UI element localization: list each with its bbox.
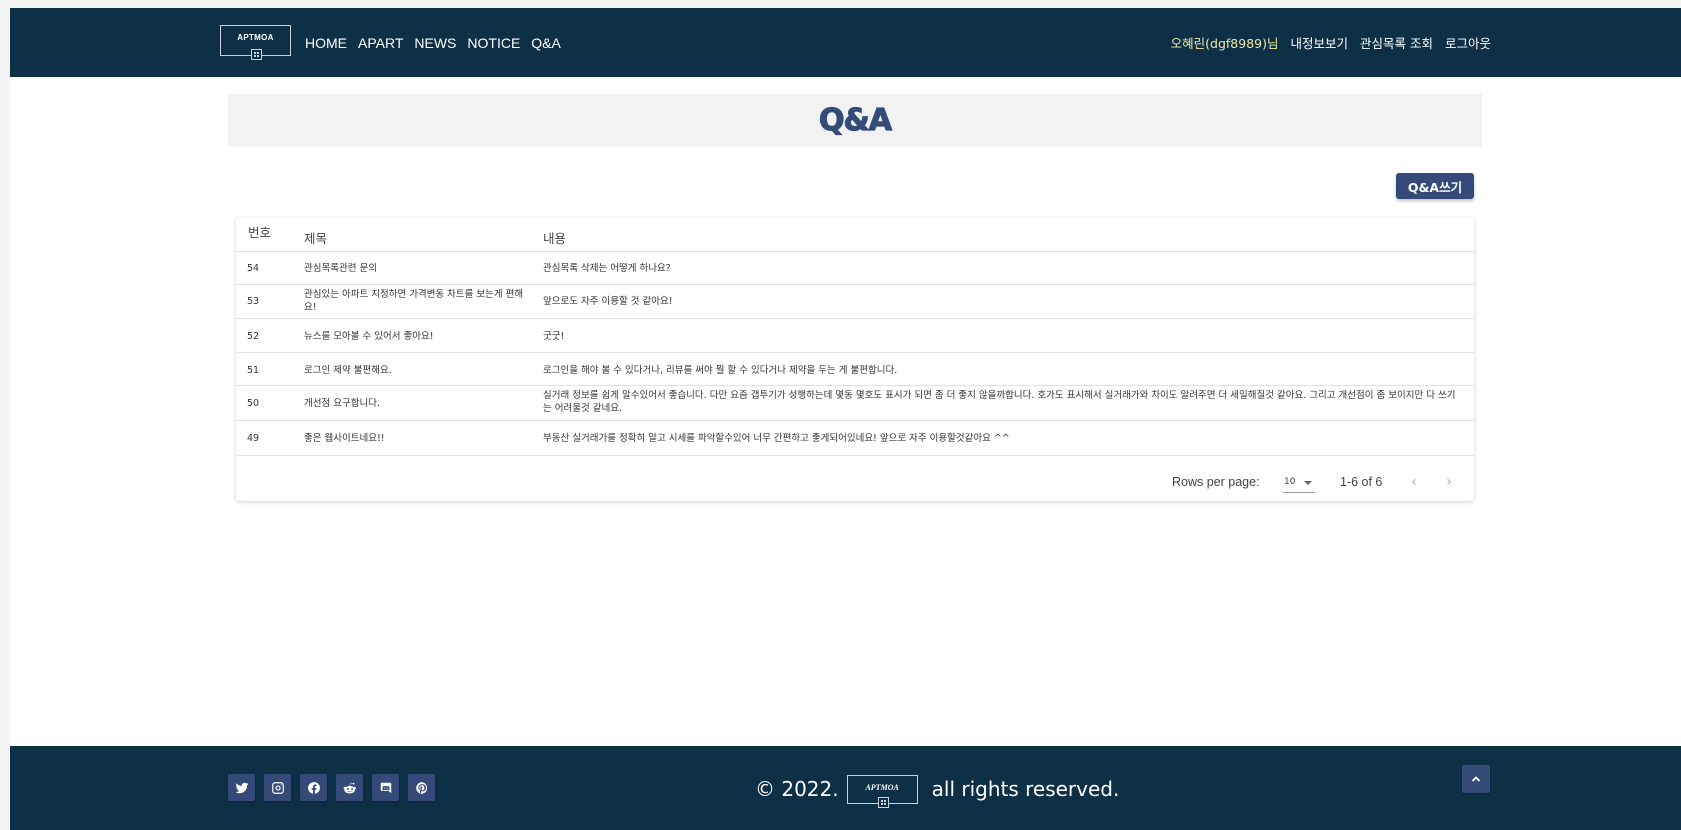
table-row[interactable]: 50 개선점 요구합니다. 실거래 정보를 쉽게 알수있어서 좋습니다. 다만 … — [236, 386, 1474, 421]
footer-logo: APTMOA — [846, 775, 918, 808]
nav-apart[interactable]: APART — [358, 35, 403, 51]
instagram-button[interactable] — [264, 774, 291, 801]
facebook-icon — [307, 781, 320, 794]
column-header-content[interactable]: 내용 — [543, 228, 566, 247]
logout-link[interactable]: 로그아웃 — [1445, 33, 1491, 52]
site-logo[interactable]: APTMOA — [220, 25, 291, 60]
reddit-button[interactable] — [336, 774, 363, 801]
page-title-bar: Q&A — [228, 94, 1482, 147]
caret-down-icon — [1304, 481, 1312, 485]
building-icon — [877, 797, 889, 808]
row-title: 좋은 웹사이트네요!! — [304, 433, 385, 444]
page: APTMOA HOME APART NEWS NOTICE Q&A 오혜린(dg… — [10, 8, 1681, 830]
main-nav: HOME APART NEWS NOTICE Q&A — [305, 8, 561, 77]
row-title: 개선점 요구합니다. — [304, 398, 380, 409]
twitter-button[interactable] — [228, 774, 255, 801]
column-header-title[interactable]: 제목 — [304, 228, 327, 247]
my-info-link[interactable]: 내정보보기 — [1290, 33, 1348, 52]
row-title: 뉴스를 모아볼 수 있어서 좋아요! — [304, 331, 434, 342]
row-title: 관심목록관련 문의 — [304, 263, 377, 274]
column-header-number[interactable]: 번호 — [248, 222, 271, 241]
row-number: 50 — [247, 398, 260, 409]
copyright-prefix: © 2022. — [755, 777, 839, 801]
row-content: 앞으로도 자주 이용할 것 같아요! — [543, 296, 673, 307]
table-pagination: Rows per page: 10 1-6 of 6 ‹ › — [236, 466, 1474, 501]
write-qna-button[interactable]: Q&A쓰기 — [1396, 173, 1474, 199]
table-row[interactable]: 52 뉴스를 모아볼 수 있어서 좋아요! 굿굿! — [236, 319, 1474, 353]
table-row[interactable]: 51 로그인 제약 불편해요. 로그인을 해야 볼 수 있다거나, 리뷰를 써야… — [236, 353, 1474, 386]
row-content: 관심목록 삭제는 어떻게 하나요? — [543, 263, 671, 274]
page-title: Q&A — [818, 102, 892, 138]
facebook-button[interactable] — [300, 774, 327, 801]
top-navbar: APTMOA HOME APART NEWS NOTICE Q&A 오혜린(dg… — [10, 8, 1681, 77]
qna-table: 번호 제목 내용 54 관심목록관련 문의 관심목록 삭제는 어떻게 하나요? … — [236, 218, 1474, 501]
row-title: 로그인 제약 불편해요. — [304, 365, 392, 376]
twitter-icon — [235, 782, 248, 793]
discord-button[interactable] — [372, 774, 399, 801]
row-number: 54 — [247, 263, 260, 274]
copyright-suffix: all rights reserved. — [931, 777, 1120, 801]
footer-logo-text: APTMOA — [865, 783, 899, 792]
nav-home[interactable]: HOME — [305, 35, 347, 51]
username-label: 오혜린(dgf8989)님 — [1170, 36, 1279, 51]
pinterest-icon — [415, 781, 427, 794]
discord-icon — [380, 782, 391, 793]
table-row[interactable]: 53 관심있는 아파트 지정하면 가격변동 차트를 보는게 편해요! 앞으로도 … — [236, 285, 1474, 319]
nav-notice[interactable]: NOTICE — [467, 35, 520, 51]
instagram-icon — [271, 781, 284, 794]
row-content: 굿굿! — [543, 331, 565, 342]
nav-qna[interactable]: Q&A — [531, 35, 561, 51]
social-links — [228, 774, 435, 801]
rows-per-page-label: Rows per page: — [1172, 475, 1260, 489]
row-content: 로그인을 해야 볼 수 있다거나, 리뷰를 써야 뭘 할 수 있다거나 제약을 … — [543, 365, 898, 376]
next-page-button[interactable]: › — [1439, 472, 1459, 492]
site-footer: © 2022. APTMOA all rights reserved. — [10, 746, 1681, 830]
user-nav: 오혜린(dgf8989)님 내정보보기 관심목록 조회 로그아웃 — [1171, 8, 1491, 77]
table-row[interactable]: 54 관심목록관련 문의 관심목록 삭제는 어떻게 하나요? — [236, 252, 1474, 285]
prev-page-button[interactable]: ‹ — [1404, 472, 1424, 492]
row-number: 51 — [247, 365, 260, 376]
rows-per-page-select[interactable]: 10 — [1283, 474, 1315, 493]
row-number: 49 — [247, 433, 260, 444]
scroll-top-button[interactable] — [1462, 765, 1490, 793]
nav-news[interactable]: NEWS — [414, 35, 456, 51]
copyright: © 2022. APTMOA all rights reserved. — [755, 774, 1120, 808]
reddit-icon — [343, 782, 356, 793]
logo-text: APTMOA — [237, 33, 274, 42]
row-content: 실거래 정보를 쉽게 알수있어서 좋습니다. 다만 요즘 갭투기가 성행하는데 … — [543, 390, 1456, 414]
row-title: 관심있는 아파트 지정하면 가격변동 차트를 보는게 편해요! — [304, 289, 524, 313]
table-header-row: 번호 제목 내용 — [236, 218, 1474, 252]
row-content: 부동산 실거래가를 정확히 알고 시세를 파악할수있어 너무 간편하고 좋게되어… — [543, 433, 1010, 444]
building-icon — [251, 49, 262, 60]
pinterest-button[interactable] — [408, 774, 435, 801]
rows-per-page-value: 10 — [1284, 477, 1296, 487]
table-row[interactable]: 49 좋은 웹사이트네요!! 부동산 실거래가를 정확히 알고 시세를 파악할수… — [236, 421, 1474, 456]
row-number: 52 — [247, 331, 260, 342]
interest-list-link[interactable]: 관심목록 조회 — [1360, 33, 1433, 52]
pagination-range: 1-6 of 6 — [1340, 475, 1383, 489]
row-number: 53 — [247, 296, 260, 307]
chevron-up-icon — [1471, 776, 1481, 782]
